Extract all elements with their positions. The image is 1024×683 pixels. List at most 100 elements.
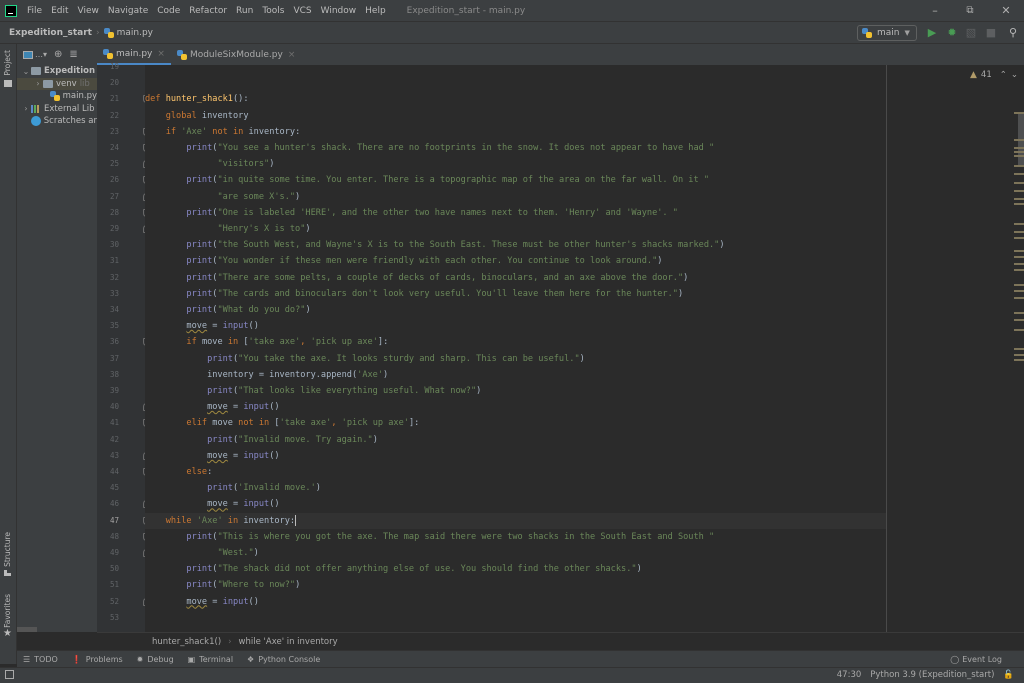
menu-edit[interactable]: Edit — [51, 6, 68, 16]
collapse-all-icon[interactable]: ≣ — [69, 49, 77, 60]
code-line[interactable]: global inventory — [145, 108, 887, 124]
warning-stripe-mark[interactable] — [1014, 256, 1024, 258]
warning-stripe-mark[interactable] — [1014, 198, 1024, 200]
run-configuration-dropdown[interactable]: main ▼ — [857, 25, 917, 41]
view-dropdown-icon[interactable]: …▾ — [35, 50, 47, 59]
code-line[interactable]: print("You wonder if these men were frie… — [145, 253, 887, 269]
warning-stripe-mark[interactable] — [1014, 354, 1024, 356]
menu-refactor[interactable]: Refactor — [189, 6, 227, 16]
code-line[interactable]: print("What do you do?") — [145, 302, 887, 318]
event-log-button[interactable]: ◯ Event Log — [950, 651, 1002, 668]
code-line[interactable]: if move in ['take axe', 'pick up axe']: — [145, 334, 887, 350]
breadcrumb-file[interactable]: main.py — [103, 27, 153, 38]
tree-item-venv[interactable]: › venv lib — [17, 77, 97, 90]
menu-view[interactable]: View — [78, 6, 99, 16]
tree-item-external-libraries[interactable]: › External Lib — [17, 103, 97, 116]
minimize-icon[interactable]: – — [927, 3, 943, 19]
code-line[interactable]: print("The shack did not offer anything … — [145, 561, 887, 577]
menu-navigate[interactable]: Navigate — [108, 6, 148, 16]
run-with-coverage-icon[interactable]: ▧ — [965, 27, 977, 39]
warning-stripe-mark[interactable] — [1014, 231, 1024, 233]
warning-stripe-mark[interactable] — [1014, 297, 1024, 299]
code-line[interactable]: "visitors") — [145, 156, 887, 172]
inspection-widget[interactable]: ▲ 41 ⌃ ⌄ — [970, 70, 1018, 80]
code-line[interactable]: "are some X's.") — [145, 189, 887, 205]
warning-stripe-mark[interactable] — [1014, 319, 1024, 321]
code-line[interactable]: def hunter_shack1(): — [145, 91, 887, 107]
breadcrumb-project[interactable]: Expedition_start — [9, 28, 92, 38]
warning-stripe-mark[interactable] — [1014, 223, 1024, 225]
caret-position[interactable]: 47:30 — [837, 670, 862, 680]
code-line[interactable]: print("There are some pelts, a couple of… — [145, 270, 887, 286]
code-line[interactable]: else: — [145, 464, 887, 480]
tool-tab-todo[interactable]: ☰ TODO — [23, 655, 58, 664]
lock-icon[interactable]: 🔓 — [1003, 670, 1014, 680]
code-line[interactable]: print("This is where you got the axe. Th… — [145, 529, 887, 545]
code-editor[interactable]: def hunter_shack1(): global inventory if… — [145, 65, 887, 632]
close-tab-icon[interactable]: × — [157, 49, 165, 59]
warning-stripe-mark[interactable] — [1014, 284, 1024, 286]
code-line[interactable]: move = input() — [145, 594, 887, 610]
warning-stripe-mark[interactable] — [1014, 155, 1024, 157]
tool-tab-terminal[interactable]: ▣ Terminal — [188, 655, 233, 664]
tool-windows-toggle-icon[interactable] — [5, 670, 14, 679]
warning-stripe-mark[interactable] — [1014, 112, 1024, 114]
project-view-icon[interactable] — [23, 50, 33, 59]
debug-icon[interactable]: ✹ — [946, 27, 958, 39]
code-line[interactable] — [145, 65, 887, 75]
menu-file[interactable]: File — [27, 6, 42, 16]
warning-stripe-mark[interactable] — [1014, 165, 1024, 167]
menu-tools[interactable]: Tools — [262, 6, 284, 16]
python-interpreter[interactable]: Python 3.9 (Expedition_start) — [870, 670, 994, 680]
tool-tab-debug[interactable]: ✹ Debug — [137, 655, 174, 664]
code-line[interactable]: move = input() — [145, 399, 887, 415]
code-line[interactable]: inventory = inventory.append('Axe') — [145, 367, 887, 383]
tab-module-six-module-py[interactable]: ModuleSixModule.py × — [170, 44, 302, 65]
warning-stripe-mark[interactable] — [1014, 173, 1024, 175]
stop-icon[interactable]: ■ — [985, 27, 997, 39]
breadcrumb-function[interactable]: hunter_shack1() — [152, 637, 221, 647]
code-line[interactable]: print('Invalid move.') — [145, 480, 887, 496]
warning-stripe-mark[interactable] — [1014, 139, 1024, 141]
menu-window[interactable]: Window — [321, 6, 357, 16]
code-line[interactable]: print("The cards and binoculars don't lo… — [145, 286, 887, 302]
horizontal-scrollbar[interactable] — [17, 627, 37, 632]
breadcrumb-block[interactable]: while 'Axe' in inventory — [239, 637, 338, 647]
locate-icon[interactable]: ⊕ — [54, 49, 62, 60]
code-line[interactable]: move = input() — [145, 496, 887, 512]
code-line[interactable]: elif move not in ['take axe', 'pick up a… — [145, 415, 887, 431]
code-line[interactable]: print("in quite some time. You enter. Th… — [145, 172, 887, 188]
warning-stripe-mark[interactable] — [1014, 203, 1024, 205]
warning-stripe-mark[interactable] — [1014, 250, 1024, 252]
code-line[interactable]: while 'Axe' in inventory: — [145, 512, 887, 529]
menu-help[interactable]: Help — [365, 6, 386, 16]
tree-item-main-py[interactable]: main.py — [17, 90, 97, 103]
structure-tool-tab[interactable]: Structure — [3, 532, 12, 567]
warning-stripe-mark[interactable] — [1014, 312, 1024, 314]
search-icon[interactable]: ⚲ — [1007, 27, 1019, 39]
close-tab-icon[interactable]: × — [288, 50, 296, 60]
warning-stripe-mark[interactable] — [1014, 237, 1024, 239]
code-line[interactable]: print("You take the axe. It looks sturdy… — [145, 351, 887, 367]
code-line[interactable]: move = input() — [145, 318, 887, 334]
warning-stripe-mark[interactable] — [1014, 263, 1024, 265]
project-tool-tab[interactable]: Project — [3, 50, 12, 76]
code-line[interactable]: move = input() — [145, 448, 887, 464]
warning-stripe-mark[interactable] — [1014, 329, 1024, 331]
previous-highlight-icon[interactable]: ⌃ — [1000, 70, 1007, 80]
code-line[interactable]: print("Invalid move. Try again.") — [145, 432, 887, 448]
next-highlight-icon[interactable]: ⌄ — [1011, 70, 1018, 80]
tree-item-scratches[interactable]: Scratches ar — [17, 115, 97, 128]
warning-stripe-mark[interactable] — [1014, 182, 1024, 184]
restore-icon[interactable]: ⧉ — [962, 3, 978, 19]
code-line[interactable]: "West.") — [145, 545, 887, 561]
warning-stripe-mark[interactable] — [1014, 348, 1024, 350]
code-line[interactable]: print("You see a hunter's shack. There a… — [145, 140, 887, 156]
menu-vcs[interactable]: VCS — [293, 6, 311, 16]
warning-stripe-mark[interactable] — [1014, 151, 1024, 153]
close-icon[interactable]: ✕ — [998, 3, 1014, 19]
warning-stripe-mark[interactable] — [1014, 147, 1024, 149]
warning-stripe-mark[interactable] — [1014, 290, 1024, 292]
run-icon[interactable]: ▶ — [926, 27, 938, 39]
code-line[interactable]: if 'Axe' not in inventory: — [145, 124, 887, 140]
